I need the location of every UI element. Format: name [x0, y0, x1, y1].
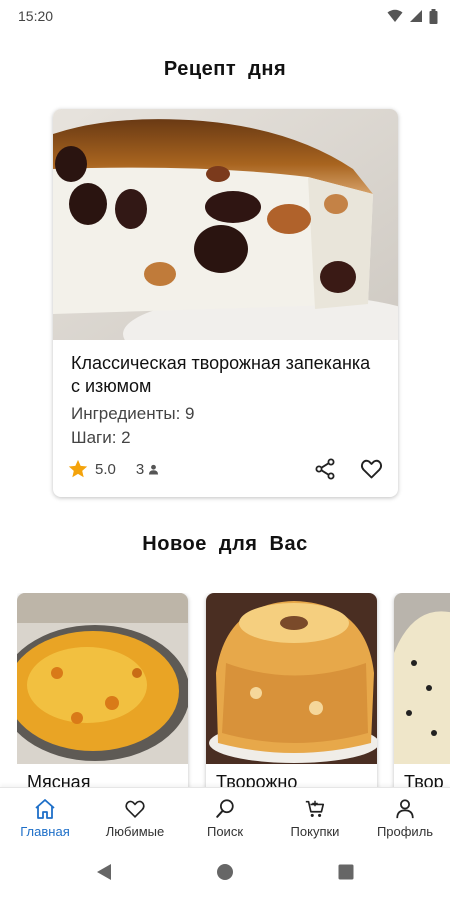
battery-icon [429, 8, 438, 24]
home-button[interactable] [216, 863, 234, 886]
recipe-card-title: Творожно [216, 772, 298, 788]
recents-button[interactable] [338, 864, 354, 885]
rating: 5.0 3 [67, 458, 159, 480]
reviews-count: 3 [135, 460, 145, 478]
nav-home-label: Главная [20, 824, 70, 839]
recipe-card[interactable]: Твор [394, 593, 450, 788]
recipe-card-title: Твор [404, 772, 444, 788]
star-icon [68, 459, 88, 478]
nav-shopping[interactable]: Покупки [270, 788, 360, 849]
share-button[interactable] [313, 457, 337, 481]
recipe-card-title: Мясная [27, 772, 91, 788]
nav-search[interactable]: Поиск [180, 788, 270, 849]
nav-favorites[interactable]: Любимые [90, 788, 180, 849]
recipe-card[interactable]: Мясная [17, 593, 188, 788]
profile-icon [396, 799, 414, 819]
status-bar: 15:20 [0, 0, 450, 32]
new-recipes-carousel[interactable]: Мясная Творожно Твор [17, 593, 450, 788]
wifi-icon [387, 9, 403, 22]
recipe-card-image [394, 593, 450, 764]
recipe-of-day-image [53, 109, 398, 340]
recipe-title: Классическая творожная запеканка с изюмо… [71, 353, 371, 396]
nav-shopping-label: Покупки [290, 824, 340, 839]
signal-icon [410, 10, 422, 22]
nav-home[interactable]: Главная [0, 788, 90, 849]
person-icon [149, 464, 159, 475]
search-icon [216, 799, 234, 818]
heart-icon [360, 459, 383, 479]
back-icon [97, 864, 111, 880]
ingredients-count: Ингредиенты: 9 [71, 404, 195, 423]
recents-icon [338, 864, 354, 880]
nav-favorites-label: Любимые [105, 824, 165, 839]
nav-profile[interactable]: Профиль [360, 788, 450, 849]
heart-icon [125, 800, 145, 818]
recipe-of-day-heading: Рецепт дня [163, 58, 287, 80]
rating-value: 5.0 [95, 460, 116, 478]
favorite-button[interactable] [359, 457, 384, 481]
recipe-card-image [17, 593, 188, 764]
nav-profile-label: Профиль [376, 824, 434, 839]
status-time: 15:20 [18, 8, 54, 24]
home-circle-icon [217, 864, 233, 880]
recipe-card[interactable]: Творожно [206, 593, 377, 788]
share-icon [315, 458, 335, 480]
steps-count: Шаги: 2 [71, 428, 131, 447]
recipe-of-day-card[interactable]: Классическая творожная запеканка с изюмо… [53, 109, 398, 497]
system-navigation-bar [0, 849, 450, 900]
new-for-you-heading: Новое для Вас [142, 533, 308, 555]
back-button[interactable] [96, 863, 112, 886]
home-icon [35, 799, 55, 819]
nav-search-label: Поиск [206, 824, 244, 839]
cart-icon [305, 800, 325, 817]
recipe-card-image [206, 593, 377, 764]
bottom-navigation: Главная Любимые Поиск Покупки Профиль [0, 787, 450, 849]
